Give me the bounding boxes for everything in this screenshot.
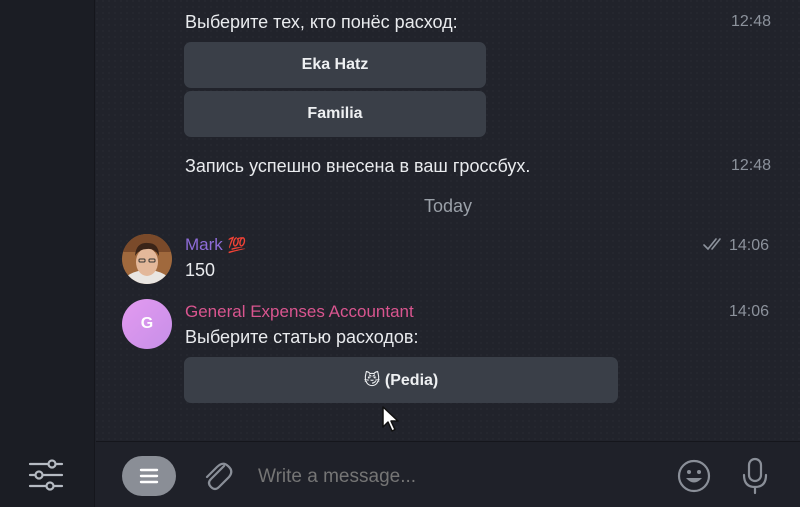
message-time: 14:06 xyxy=(729,303,770,320)
message-input[interactable] xyxy=(258,464,658,490)
microphone-icon[interactable] xyxy=(738,456,772,496)
message-time: 14:06 xyxy=(729,237,770,254)
avatar-letter: G xyxy=(140,315,154,332)
message-text: Выберите статью расходов: xyxy=(185,327,419,347)
message-text: 150 xyxy=(185,260,216,280)
sender-name[interactable]: Mark 💯 xyxy=(185,235,246,255)
emoji-smile-icon[interactable] xyxy=(676,458,712,494)
read-double-check-icon xyxy=(703,237,725,256)
message-composer xyxy=(96,441,800,507)
message-time: 12:48 xyxy=(731,13,772,30)
keyboard-button-eka-hatz[interactable]: Eka Hatz xyxy=(184,42,486,88)
message-text: Запись успешно внесена в ваш гроссбух. xyxy=(185,156,531,176)
keyboard-button-pedia[interactable]: 😼 (Pedia) xyxy=(184,357,618,403)
keyboard-button-familia[interactable]: Familia xyxy=(184,91,486,137)
message-text: Выберите тех, кто понёс расход: xyxy=(185,12,458,32)
paperclip-icon[interactable] xyxy=(200,458,234,494)
avatar-mark[interactable] xyxy=(122,234,172,284)
avatar-bot[interactable]: G xyxy=(122,299,172,349)
filters-icon[interactable] xyxy=(24,455,68,495)
mouse-pointer-icon xyxy=(381,405,401,438)
sender-name[interactable]: General Expenses Accountant xyxy=(185,302,414,322)
chat-history[interactable]: Выберите тех, кто понёс расход: 12:48 Ek… xyxy=(96,0,800,441)
sender-name-text[interactable]: Mark xyxy=(185,235,223,254)
menu-icon xyxy=(139,468,159,484)
left-sidebar xyxy=(0,0,95,507)
date-separator: Today xyxy=(423,196,473,216)
message-time: 12:48 xyxy=(731,157,772,174)
bot-menu-button[interactable] xyxy=(122,456,176,496)
hundred-points-icon: 💯 xyxy=(227,237,247,254)
